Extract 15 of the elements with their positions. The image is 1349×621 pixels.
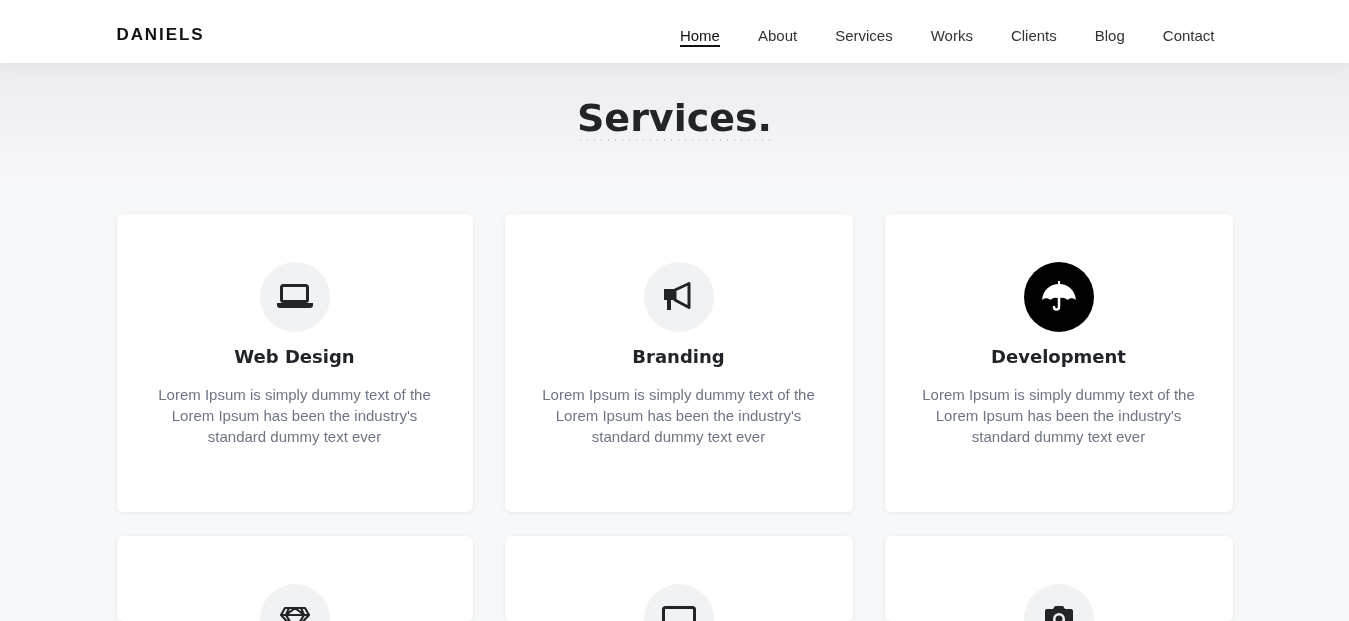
nav-link[interactable]: Services	[835, 27, 893, 47]
service-description: Lorem Ipsum is simply dummy text of the Lorem Ipsum has been the industry's standard dummy text ever	[157, 385, 432, 447]
nav-link[interactable]: Blog	[1094, 27, 1125, 47]
nav-link[interactable]: Works	[930, 27, 973, 47]
service-title: Development	[991, 346, 1126, 368]
logo[interactable]: DANIELS	[116, 25, 205, 45]
service-title: Web Design	[234, 346, 355, 368]
service-description: Lorem Ipsum is simply dummy text of the Lorem Ipsum has been the industry's standard dummy text ever	[541, 385, 816, 447]
section-title: Services.	[577, 98, 772, 138]
nav-link[interactable]: Contact	[1162, 27, 1215, 47]
nav-link[interactable]: Home	[679, 27, 720, 47]
nav-link[interactable]: Clients	[1010, 27, 1057, 47]
nav-link[interactable]: About	[757, 27, 798, 47]
service-title: Branding	[632, 346, 725, 368]
service-description: Lorem Ipsum is simply dummy text of the Lorem Ipsum has been the industry's standard dummy text ever	[921, 385, 1196, 447]
